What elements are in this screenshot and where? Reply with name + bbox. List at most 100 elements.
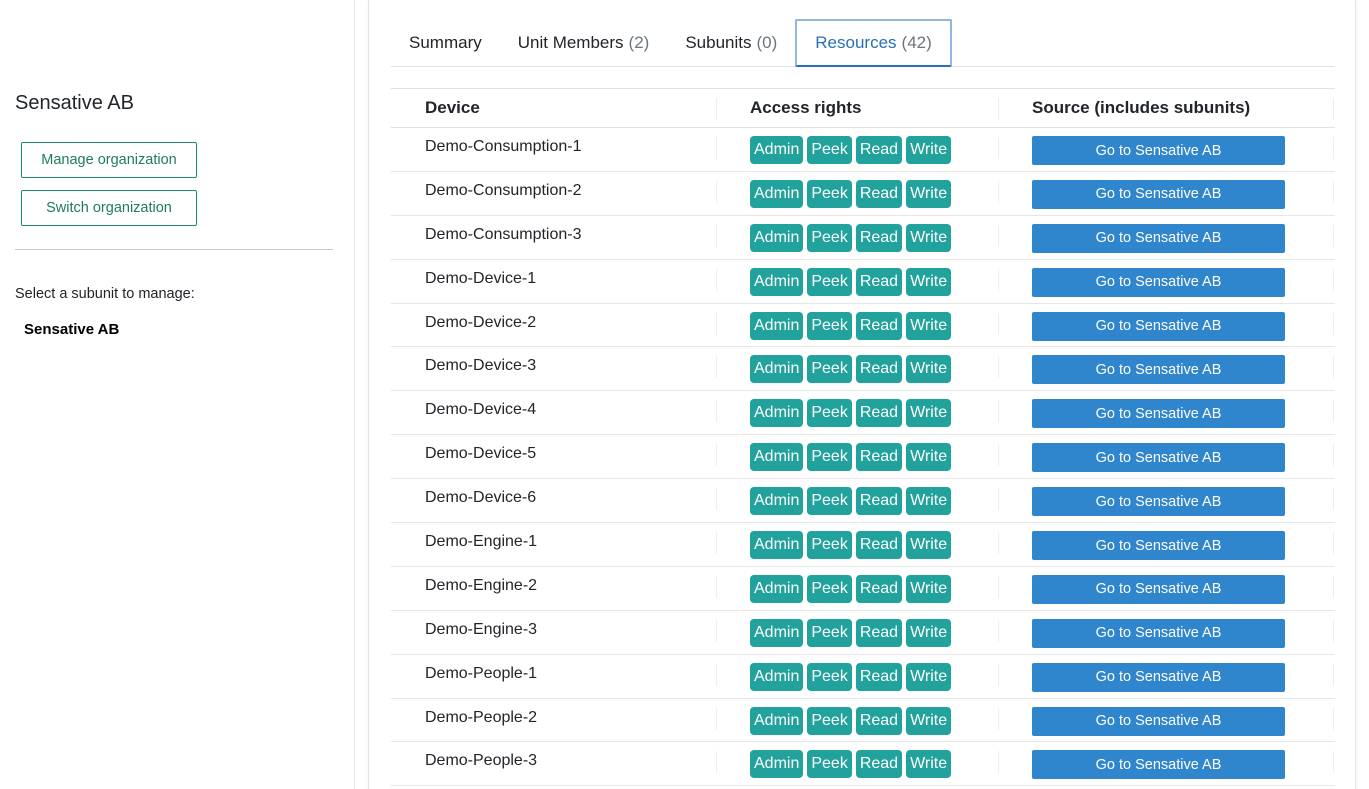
access-right-badge-write[interactable]: Write <box>906 179 952 208</box>
access-right-badge-write[interactable]: Write <box>906 618 952 647</box>
access-right-badge-peek[interactable]: Peek <box>807 574 852 603</box>
access-right-badge-write[interactable]: Write <box>906 399 952 428</box>
go-to-source-button[interactable]: Go to Sensative AB <box>1032 487 1285 517</box>
access-right-badge-read[interactable]: Read <box>855 531 903 560</box>
go-to-source-button[interactable]: Go to Sensative AB <box>1032 706 1285 736</box>
go-to-source-button[interactable]: Go to Sensative AB <box>1032 750 1285 780</box>
access-right-badge-write[interactable]: Write <box>906 443 952 472</box>
access-right-badge-admin[interactable]: Admin <box>750 355 804 384</box>
access-right-badge-admin[interactable]: Admin <box>750 574 804 603</box>
column-separator <box>716 98 717 120</box>
access-right-badge-write[interactable]: Write <box>906 662 952 691</box>
access-right-badge-write[interactable]: Write <box>906 355 952 384</box>
access-right-badge-peek[interactable]: Peek <box>807 662 852 691</box>
tab-summary[interactable]: Summary <box>391 19 500 67</box>
access-right-badge-admin[interactable]: Admin <box>750 399 804 428</box>
tab-count: (42) <box>901 33 932 52</box>
access-rights-group: Admin Peek Read Write <box>750 618 952 647</box>
access-right-badge-write[interactable]: Write <box>906 531 952 560</box>
switch-organization-button[interactable]: Switch organization <box>21 190 197 226</box>
go-to-source-button[interactable]: Go to Sensative AB <box>1032 136 1285 165</box>
access-right-badge-admin[interactable]: Admin <box>750 223 804 252</box>
access-right-badge-peek[interactable]: Peek <box>807 487 852 516</box>
column-separator <box>716 356 717 379</box>
access-right-badge-peek[interactable]: Peek <box>807 706 852 735</box>
column-separator <box>1333 224 1334 247</box>
access-right-badge-peek[interactable]: Peek <box>807 399 852 428</box>
go-to-source-button[interactable]: Go to Sensative AB <box>1032 443 1285 473</box>
access-right-badge-peek[interactable]: Peek <box>807 311 852 340</box>
access-right-badge-admin[interactable]: Admin <box>750 311 804 340</box>
go-to-source-button[interactable]: Go to Sensative AB <box>1032 618 1285 648</box>
access-right-badge-admin[interactable]: Admin <box>750 662 804 691</box>
go-to-source-button[interactable]: Go to Sensative AB <box>1032 531 1285 561</box>
access-right-badge-write[interactable]: Write <box>906 706 952 735</box>
access-right-badge-admin[interactable]: Admin <box>750 267 804 296</box>
access-right-badge-admin[interactable]: Admin <box>750 750 804 779</box>
access-right-badge-admin[interactable]: Admin <box>750 487 804 516</box>
access-right-badge-admin[interactable]: Admin <box>750 706 804 735</box>
access-right-badge-write[interactable]: Write <box>906 223 952 252</box>
device-name: Demo-Device-5 <box>425 445 537 463</box>
access-right-badge-peek[interactable]: Peek <box>807 179 852 208</box>
access-right-badge-read[interactable]: Read <box>855 267 903 296</box>
access-right-badge-read[interactable]: Read <box>855 750 903 779</box>
access-right-badge-peek[interactable]: Peek <box>807 223 852 252</box>
access-right-badge-read[interactable]: Read <box>855 223 903 252</box>
column-header-device[interactable]: Device <box>425 98 480 118</box>
column-separator <box>716 444 717 467</box>
access-right-badge-read[interactable]: Read <box>855 662 903 691</box>
access-right-badge-write[interactable]: Write <box>906 750 952 779</box>
access-right-badge-read[interactable]: Read <box>855 355 903 384</box>
column-header-source[interactable]: Source (includes subunits) <box>1032 98 1250 118</box>
access-right-badge-peek[interactable]: Peek <box>807 355 852 384</box>
access-right-badge-write[interactable]: Write <box>906 574 952 603</box>
access-right-badge-admin[interactable]: Admin <box>750 618 804 647</box>
access-right-badge-read[interactable]: Read <box>855 618 903 647</box>
access-right-badge-read[interactable]: Read <box>855 399 903 428</box>
access-right-badge-write[interactable]: Write <box>906 267 952 296</box>
access-right-badge-peek[interactable]: Peek <box>807 136 852 164</box>
access-right-badge-read[interactable]: Read <box>855 136 903 164</box>
go-to-source-button[interactable]: Go to Sensative AB <box>1032 399 1285 429</box>
subunit-item-sensative-ab[interactable]: Sensative AB <box>24 321 119 338</box>
access-right-badge-peek[interactable]: Peek <box>807 618 852 647</box>
access-right-badge-admin[interactable]: Admin <box>750 531 804 560</box>
go-to-source-button[interactable]: Go to Sensative AB <box>1032 311 1285 341</box>
access-right-badge-read[interactable]: Read <box>855 443 903 472</box>
tab-resources[interactable]: Resources (42) <box>795 19 952 67</box>
access-right-badge-peek[interactable]: Peek <box>807 531 852 560</box>
access-right-badge-read[interactable]: Read <box>855 574 903 603</box>
access-right-badge-admin[interactable]: Admin <box>750 179 804 208</box>
access-right-badge-peek[interactable]: Peek <box>807 750 852 779</box>
go-to-source-button[interactable]: Go to Sensative AB <box>1032 574 1285 604</box>
access-right-badge-write[interactable]: Write <box>906 487 952 516</box>
access-right-badge-read[interactable]: Read <box>855 706 903 735</box>
go-to-source-button[interactable]: Go to Sensative AB <box>1032 662 1285 692</box>
access-right-badge-read[interactable]: Read <box>855 487 903 516</box>
access-right-badge-read[interactable]: Read <box>855 311 903 340</box>
column-separator <box>1333 751 1334 774</box>
column-separator <box>998 98 999 120</box>
column-header-access-rights[interactable]: Access rights <box>750 98 862 118</box>
access-rights-group: Admin Peek Read Write <box>750 223 952 252</box>
access-right-badge-write[interactable]: Write <box>906 311 952 340</box>
access-rights-group: Admin Peek Read Write <box>750 750 952 779</box>
go-to-source-button[interactable]: Go to Sensative AB <box>1032 355 1285 385</box>
tab-unit-members[interactable]: Unit Members (2) <box>500 19 668 67</box>
access-right-badge-write[interactable]: Write <box>906 136 952 164</box>
tab-subunits[interactable]: Subunits (0) <box>667 19 795 67</box>
manage-organization-button[interactable]: Manage organization <box>21 142 197 178</box>
access-right-badge-read[interactable]: Read <box>855 179 903 208</box>
access-right-badge-admin[interactable]: Admin <box>750 443 804 472</box>
access-right-badge-admin[interactable]: Admin <box>750 136 804 164</box>
access-rights-group: Admin Peek Read Write <box>750 267 952 296</box>
go-to-source-button[interactable]: Go to Sensative AB <box>1032 267 1285 297</box>
go-to-source-button[interactable]: Go to Sensative AB <box>1032 179 1285 209</box>
table-row: Demo-People-2 Admin Peek Read Write Go to Sen… <box>391 699 1335 743</box>
go-to-source-button[interactable]: Go to Sensative AB <box>1032 223 1285 253</box>
access-right-badge-peek[interactable]: Peek <box>807 443 852 472</box>
tab-label: Summary <box>409 33 482 52</box>
access-right-badge-peek[interactable]: Peek <box>807 267 852 296</box>
column-separator <box>1333 268 1334 291</box>
